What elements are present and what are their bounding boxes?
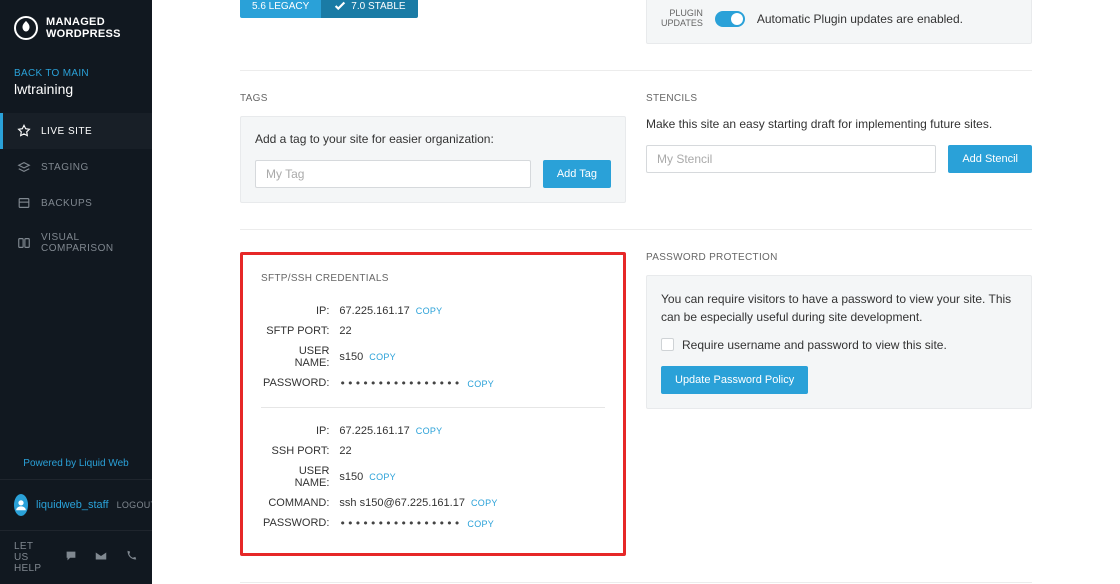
require-password-label: Require username and password to view th… xyxy=(682,338,947,352)
username-link[interactable]: liquidweb_staff xyxy=(36,499,109,511)
stencils-title: STENCILS xyxy=(646,93,1032,104)
password-note: You can require visitors to have a passw… xyxy=(661,290,1017,326)
stencils-description: Make this site an easy starting draft fo… xyxy=(646,116,1032,133)
copy-sftp-pass[interactable]: COPY xyxy=(461,379,494,389)
help-bar: LET US HELP xyxy=(0,530,152,584)
copy-ssh-pass[interactable]: COPY xyxy=(461,519,494,529)
nav-visual-comparison[interactable]: VISUAL COMPARISON xyxy=(0,221,152,265)
stencil-input[interactable] xyxy=(646,145,936,173)
nav-label: STAGING xyxy=(41,162,89,173)
require-password-checkbox[interactable] xyxy=(661,338,674,351)
check-icon xyxy=(333,0,347,13)
tags-title: TAGS xyxy=(240,93,626,104)
phone-icon[interactable] xyxy=(124,549,138,566)
main-content: 5.6 LEGACY 7.0 STABLE PLUGINUPDATES Auto… xyxy=(152,0,1120,584)
copy-ssh-ip[interactable]: COPY xyxy=(410,426,443,436)
sftp-ip: 67.225.161.17 xyxy=(339,305,409,317)
ssh-user: s150 xyxy=(339,471,363,483)
sftp-port: 22 xyxy=(339,325,351,337)
tags-description: Add a tag to your site for easier organi… xyxy=(255,131,611,148)
chat-icon[interactable] xyxy=(64,549,78,566)
copy-sftp-user[interactable]: COPY xyxy=(363,352,396,362)
tag-input[interactable] xyxy=(255,160,531,188)
ssh-password: •••••••••••••••• xyxy=(339,517,461,530)
site-name: lwtraining xyxy=(0,81,152,113)
nav-live-site[interactable]: LIVE SITE xyxy=(0,113,152,149)
logo-icon xyxy=(14,16,38,40)
add-tag-button[interactable]: Add Tag xyxy=(543,160,611,188)
brand-line1: MANAGED xyxy=(46,16,105,28)
ssh-command: ssh s150@67.225.161.17 xyxy=(339,497,465,509)
sftp-user: s150 xyxy=(339,351,363,363)
layers-icon xyxy=(17,160,31,174)
compare-icon xyxy=(17,236,31,250)
plugin-updates-label: PLUGINUPDATES xyxy=(661,9,703,29)
php-legacy-button[interactable]: 5.6 LEGACY xyxy=(240,0,321,18)
copy-ssh-command[interactable]: COPY xyxy=(465,498,498,508)
copy-sftp-ip[interactable]: COPY xyxy=(410,306,443,316)
nav-label: BACKUPS xyxy=(41,198,92,209)
password-title: PASSWORD PROTECTION xyxy=(646,252,1032,263)
nav-backups[interactable]: BACKUPS xyxy=(0,185,152,221)
user-row: liquidweb_staff LOGOUT xyxy=(0,479,152,530)
nav-label: VISUAL COMPARISON xyxy=(41,232,138,254)
update-password-policy-button[interactable]: Update Password Policy xyxy=(661,366,808,394)
ssh-port: 22 xyxy=(339,445,351,457)
nav-staging[interactable]: STAGING xyxy=(0,149,152,185)
powered-by-link[interactable]: Powered by Liquid Web xyxy=(0,448,152,479)
brand-logo: MANAGEDWORDPRESS xyxy=(0,0,152,60)
sftp-password: •••••••••••••••• xyxy=(339,377,461,390)
back-to-main-link[interactable]: BACK TO MAIN xyxy=(0,60,152,81)
email-icon[interactable] xyxy=(94,549,108,566)
nav-label: LIVE SITE xyxy=(41,126,92,137)
plugin-updates-status: Automatic Plugin updates are enabled. xyxy=(757,12,963,26)
copy-ssh-user[interactable]: COPY xyxy=(363,472,396,482)
logout-link[interactable]: LOGOUT xyxy=(117,500,157,510)
php-stable-button[interactable]: 7.0 STABLE xyxy=(321,0,417,18)
credentials-title: SFTP/SSH CREDENTIALS xyxy=(261,273,605,284)
avatar[interactable] xyxy=(14,494,28,516)
brand-line2: WORDPRESS xyxy=(46,28,121,40)
star-icon xyxy=(17,124,31,138)
php-version-selector: 5.6 LEGACY 7.0 STABLE xyxy=(240,0,418,18)
credentials-box: SFTP/SSH CREDENTIALS IP:67.225.161.17COP… xyxy=(240,252,626,556)
ssh-ip: 67.225.161.17 xyxy=(339,425,409,437)
help-text: LET US HELP xyxy=(14,541,48,574)
add-stencil-button[interactable]: Add Stencil xyxy=(948,145,1032,173)
sidebar: MANAGEDWORDPRESS BACK TO MAIN lwtraining… xyxy=(0,0,152,584)
database-icon xyxy=(17,196,31,210)
plugin-updates-toggle[interactable] xyxy=(715,11,745,27)
